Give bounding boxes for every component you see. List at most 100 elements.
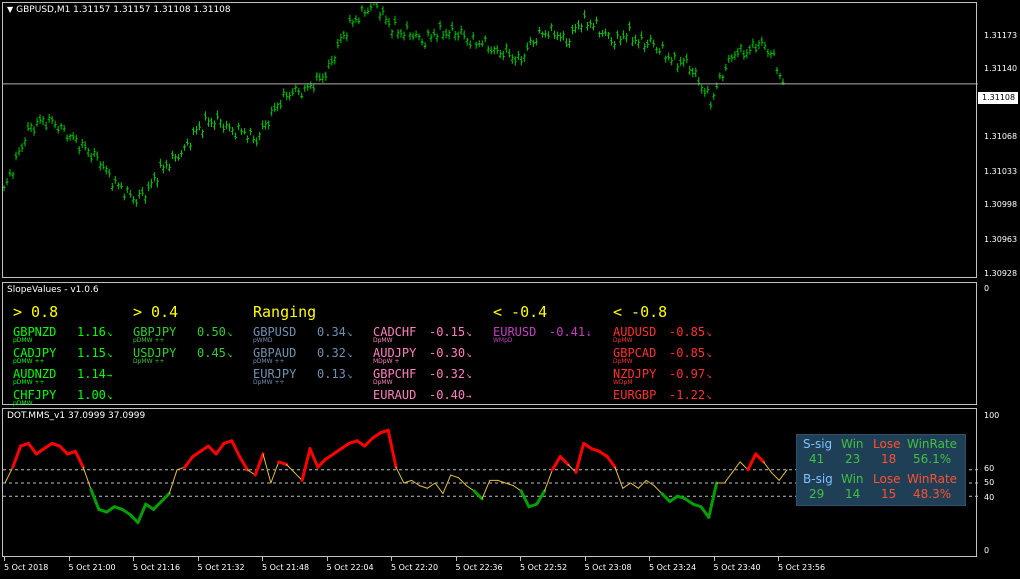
arrow-right-icon: →: [106, 371, 113, 381]
time-tick: [584, 557, 586, 561]
price-bar: [131, 195, 135, 204]
price-bar: [441, 30, 445, 40]
dot-segment-sell: [277, 460, 289, 467]
dot-segment-sell: [214, 441, 226, 456]
price-bar: [26, 121, 30, 131]
price-bar: [291, 88, 295, 96]
arrow-down-right-icon: ↘: [346, 371, 353, 381]
price-bar: [459, 25, 463, 35]
price-bar: [486, 45, 490, 54]
price-bar: [697, 76, 701, 86]
price-bar: [59, 123, 63, 130]
slope-pair-eurusd: EURUSD -0.41↓ WMpD: [493, 325, 592, 344]
pair-timeframe-tags: pDMW ++: [133, 337, 165, 344]
price-bar: [573, 23, 577, 33]
b-sig-count: 29: [809, 487, 825, 501]
price-bar: [432, 28, 436, 37]
price-bar: [504, 43, 508, 53]
price-bar: [225, 120, 229, 130]
price-bar: [345, 32, 349, 42]
price-bar: [438, 20, 442, 30]
price-bar: [513, 56, 517, 66]
dot-segment-buy: [472, 489, 484, 501]
dot-segment-neutral: [622, 482, 632, 489]
dot-segment-sell: [230, 439, 242, 459]
price-bar: [709, 101, 713, 110]
price-bar: [62, 125, 66, 132]
price-chart-pane[interactable]: ▼ GBPUSD,M1 1.31157 1.31157 1.31108 1.311…: [2, 2, 978, 278]
time-tick-label: 5 Oct 2018: [4, 563, 49, 572]
slope-column-header: > 0.8: [13, 303, 59, 321]
arrow-down-right-icon: ↘: [226, 329, 233, 339]
dot-level-label: 40: [984, 493, 995, 502]
price-bar: [375, 3, 379, 9]
pair-timeframe-tags: MDpW +: [373, 358, 400, 365]
dot-axis: 100 60 50 40 0: [978, 408, 1020, 557]
pair-timeframe-tags: pDMW: [13, 337, 33, 344]
pair-timeframe-tags: WDpM: [613, 379, 633, 386]
price-bar: [531, 39, 535, 48]
price-bar: [634, 34, 638, 45]
price-bar: [279, 99, 283, 110]
slope-pair-gbpchf: GBPCHF -0.32↘ DpMW: [373, 367, 472, 386]
slope-pair-gbpcad: GBPCAD -0.85↘ DpMW: [613, 346, 712, 365]
price-bar: [264, 120, 268, 130]
price-bar: [77, 146, 81, 155]
price-bar: [585, 21, 589, 31]
price-bar: [167, 163, 171, 172]
price-bar: [622, 30, 626, 40]
price-bar: [423, 42, 427, 49]
s-winrate: 56.1%: [913, 452, 952, 466]
price-bar: [658, 48, 662, 55]
price-bar: [754, 43, 758, 53]
price-bar: [8, 169, 12, 177]
price-bar: [170, 150, 174, 159]
time-tick-label: 5 Oct 22:04: [326, 563, 374, 572]
slope-pair-eurgbp: EURGBP -1.22↘: [613, 388, 712, 402]
price-bar: [104, 165, 108, 175]
price-bar: [673, 51, 677, 60]
slope-values-pane[interactable]: SlopeValues - v1.0.6 > 0.8 GBPNZD 1.16↘ pDM…: [2, 282, 977, 407]
price-bar: [613, 40, 617, 50]
pair-slope-value: 1.15↘: [77, 346, 113, 360]
price-bar: [342, 30, 346, 40]
price-bar: [390, 29, 394, 39]
price-bar: [552, 30, 556, 40]
price-bar: [495, 45, 499, 55]
price-bar: [173, 154, 177, 162]
arrow-down-right-icon: ↘: [346, 350, 353, 360]
price-bar: [501, 50, 505, 61]
price-bar: [637, 39, 641, 49]
price-bar: [775, 66, 779, 75]
dot-segment-neutral: [286, 464, 295, 473]
price-bar: [727, 54, 731, 63]
dot-segment-neutral: [168, 469, 178, 495]
price-bar: [465, 37, 469, 46]
dot-segment-sell: [26, 441, 38, 456]
price-bar: [435, 33, 439, 43]
price-bar: [426, 29, 430, 37]
price-bar: [134, 199, 138, 207]
s-sig-header: S-sig: [803, 437, 833, 451]
price-bar: [116, 182, 120, 190]
dot-segment-neutral: [262, 453, 272, 484]
price-bar: [381, 6, 385, 16]
price-bar: [414, 30, 418, 38]
dot-segment-neutral: [653, 485, 663, 495]
price-tick-label: 1.31033: [984, 167, 1018, 176]
price-bar: [128, 190, 132, 198]
price-bar: [492, 46, 496, 55]
pair-timeframe-tags: pDMW ++: [13, 379, 45, 386]
price-axis[interactable]: 1.31173 1.31140 1.31068 1.31033 1.30998 …: [978, 2, 1020, 278]
price-bar: [558, 32, 562, 42]
dot-segment-neutral: [731, 461, 741, 473]
price-bar: [360, 5, 364, 12]
price-bar: [41, 115, 45, 126]
b-winrate: 48.3%: [913, 487, 952, 501]
dot-segment-sell: [253, 452, 265, 477]
price-bar: [122, 193, 126, 201]
slope-pair-gbpnzd: GBPNZD 1.16↘ pDMW: [13, 325, 112, 344]
price-bar: [38, 114, 42, 124]
dot-segment-sell: [386, 428, 398, 469]
dot-segment-buy: [89, 488, 101, 511]
